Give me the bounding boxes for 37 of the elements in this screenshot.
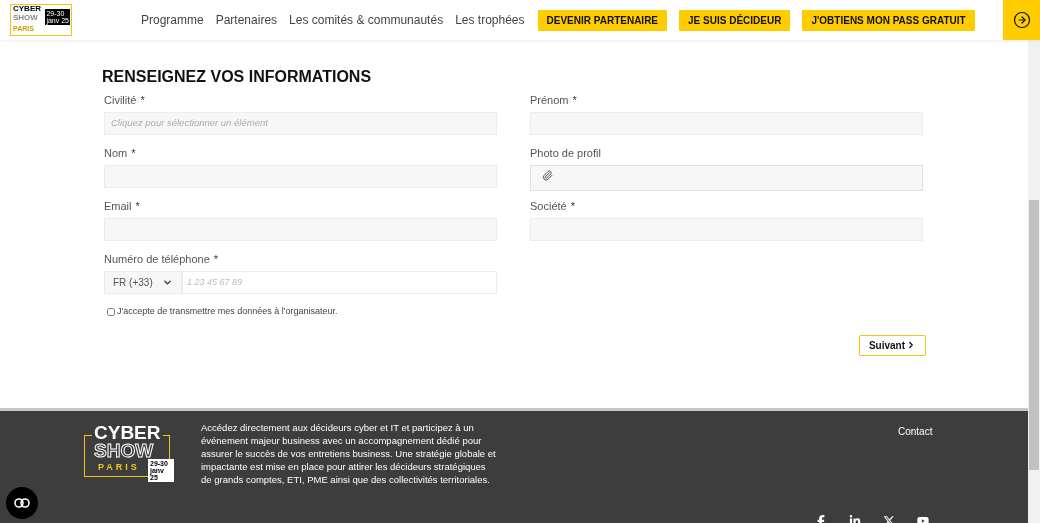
field-label: Civilité	[104, 93, 137, 108]
contact-link[interactable]: Contact	[898, 424, 933, 438]
header-button[interactable]: J'OBTIENS MON PASS GRATUIT	[802, 9, 975, 31]
required-asterisk: *	[140, 93, 145, 108]
field-label: Numéro de téléphone	[104, 252, 210, 267]
required-asterisk: *	[135, 199, 140, 214]
field-label: Nom	[104, 146, 128, 161]
field-label: Photo de profil	[530, 146, 601, 161]
consent-label: J'accepte de transmettre mes données à l'organisateur.	[117, 305, 338, 318]
field-label: Email	[104, 199, 132, 214]
form-title: RENSEIGNEZ VOS INFORMATIONS	[102, 67, 373, 87]
rings-icon	[14, 498, 30, 508]
field-label: Prénom	[530, 93, 569, 108]
paperclip-icon	[542, 170, 553, 181]
nav-link[interactable]: Partenaires	[215, 11, 278, 29]
required-asterisk: *	[213, 252, 219, 267]
file-upload-field[interactable]	[530, 165, 923, 191]
next-button[interactable]: Suivant	[859, 334, 926, 356]
login-button[interactable]	[1003, 0, 1040, 40]
required-asterisk: *	[131, 146, 136, 161]
nav-link[interactable]: Les trophées	[455, 11, 525, 29]
header-button[interactable]: DEVENIR PARTENAIRE	[537, 9, 668, 31]
chevron-down-icon	[162, 277, 173, 288]
nav-link[interactable]: Les comités & communautés	[289, 11, 444, 29]
scrollbar[interactable]	[1028, 40, 1040, 523]
consent-checkbox[interactable]	[107, 307, 115, 316]
header-button[interactable]: JE SUIS DÉCIDEUR	[679, 9, 791, 31]
required-asterisk: *	[572, 93, 577, 108]
field-label: Société	[530, 199, 567, 214]
scrollbar-thumb[interactable]	[1029, 200, 1039, 470]
country-select[interactable]: FR (+33)	[104, 271, 182, 294]
nav-link[interactable]: Programme	[141, 11, 204, 29]
floating-action-button[interactable]	[6, 487, 38, 519]
footer-description: Accédez directement aux décideurs cyber et IT et participez à un événement majeur business avec un accompagnement dédié pour assurer le succès de vos entretiens business. Une stratégie globale et impactante est mise en place pour attirer les décideurs stratégiques de grands comptes, ETI, PME ainsi que des collectivités territoriales.	[201, 421, 496, 487]
phone-field[interactable]: 1 23 45 67 89	[182, 271, 497, 294]
required-asterisk: *	[570, 199, 575, 214]
arrow-circle-icon	[1012, 11, 1031, 29]
